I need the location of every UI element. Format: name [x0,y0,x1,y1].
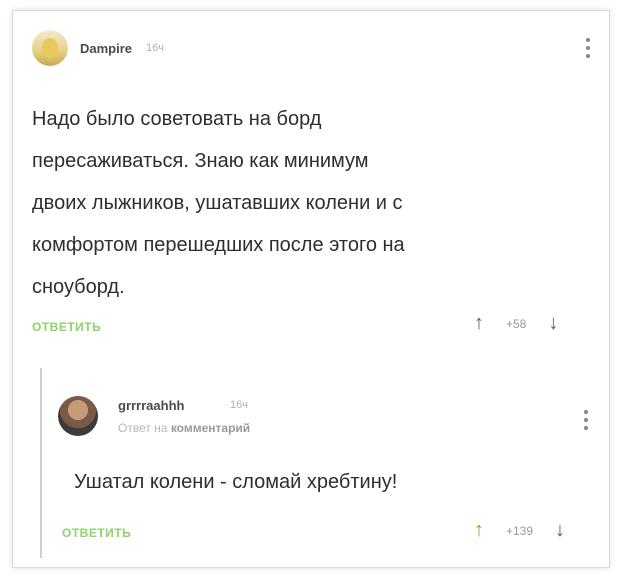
comment-2-reply: grrrraahhh 16ч Ответ на комментарий Ушат… [40,368,598,558]
comment-text: Надо было советовать на борд пересаживат… [32,98,572,308]
comment-time: 16ч [230,399,248,411]
upvote-icon[interactable]: ↑ [474,312,484,335]
more-options-icon[interactable] [586,38,590,58]
comment-text-line: пересаживаться. Знаю как минимум [32,150,369,172]
comment-author[interactable]: Dampire [80,41,132,56]
comment-text-line: комфортом перешедших после этого на [32,234,405,256]
reply-to-prefix: Ответ на [118,421,168,435]
more-options-icon[interactable] [584,410,588,430]
downvote-icon[interactable]: ↓ [548,312,558,335]
upvote-icon[interactable]: ↑ [474,519,484,542]
comment-author[interactable]: grrrraahhh [118,398,184,413]
reply-to-link[interactable]: комментарий [171,421,250,435]
comment-text-line: сноуборд. [32,276,125,298]
avatar[interactable] [32,30,68,66]
comment-time: 16ч [146,42,164,54]
avatar-drop-icon [42,38,58,58]
reply-button[interactable]: ОТВЕТИТЬ [32,320,101,334]
comment-score: +58 [506,316,527,331]
reply-to-note: Ответ на комментарий [118,421,250,435]
avatar[interactable] [58,396,98,436]
vote-controls: ↑ +139 ↓ [474,519,565,542]
comment-score: +139 [506,523,534,538]
comment-text: Ушатал колени - сломай хребтину! [74,471,398,493]
vote-controls: ↑ +58 ↓ [474,312,558,335]
comment-2-header [58,396,98,436]
comment-1-header: Dampire 16ч [32,30,164,66]
downvote-icon[interactable]: ↓ [555,519,565,542]
reply-button[interactable]: ОТВЕТИТЬ [62,526,131,540]
comment-text-line: Надо было советовать на борд [32,108,322,130]
comment-text-line: двоих лыжников, ушатавших колени и с [32,192,403,214]
